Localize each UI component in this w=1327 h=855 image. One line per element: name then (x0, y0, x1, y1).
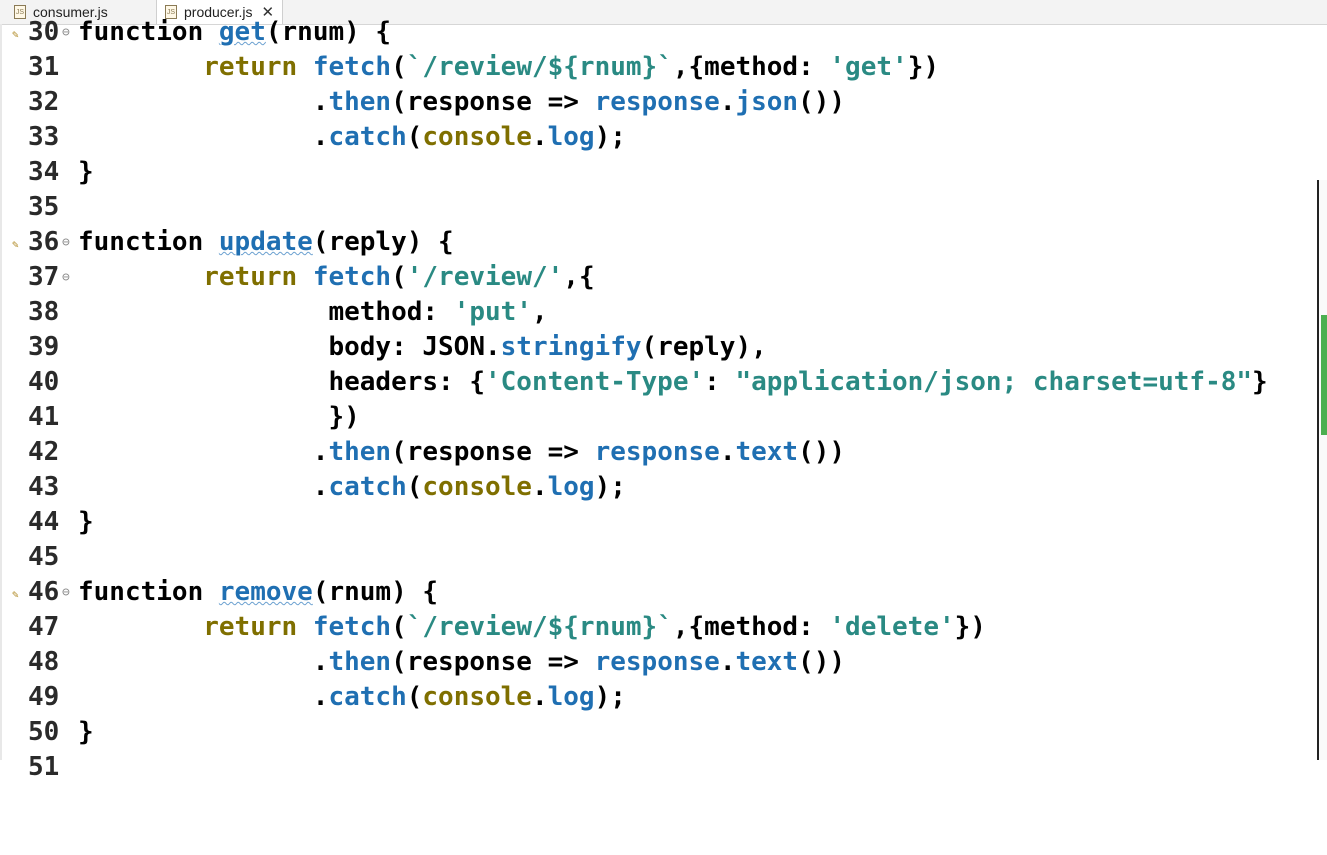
code-line: 45 (28, 542, 60, 572)
fold-collapse-icon[interactable]: ⊖ (62, 260, 70, 295)
code-line: ✎ 36 ⊖ function update(reply) { (0, 225, 454, 260)
code-line: 47 return fetch(`/review/${rnum}`,{metho… (28, 612, 986, 642)
code-line: 49 .catch(console.log); (28, 682, 626, 712)
code-line: 35 (28, 192, 60, 222)
code-line: 39 body: JSON.stringify(reply), (28, 332, 767, 362)
code-line: 42 .then(response => response.text()) (28, 437, 846, 467)
code-line: 32 .then(response => response.json()) (28, 87, 846, 117)
code-line: 37 ⊖ return fetch('/review/',{ (0, 260, 595, 295)
code-line: 48 .then(response => response.text()) (28, 647, 846, 677)
fold-collapse-icon[interactable]: ⊖ (62, 225, 70, 260)
code-line: 33 .catch(console.log); (28, 122, 626, 152)
code-line: ✎ 46 ⊖ function remove(rnum) { (0, 575, 438, 610)
annotation-icon: ✎ (12, 238, 19, 251)
code-line: 31 return fetch(`/review/${rnum}`,{metho… (28, 52, 939, 82)
overview-ruler[interactable] (1317, 180, 1327, 760)
fold-collapse-icon[interactable]: ⊖ (62, 15, 70, 50)
code-line: 38 method: 'put', (28, 297, 548, 327)
code-line: ✎ 30 ⊖ function get(rnum) { (0, 15, 391, 50)
code-line: 34 } (28, 157, 94, 187)
code-line: 43 .catch(console.log); (28, 472, 626, 502)
annotation-icon: ✎ (12, 28, 19, 41)
code-line: 40 headers: {'Content-Type': "applicatio… (28, 367, 1268, 397)
code-editor[interactable]: ✎ 30 ⊖ function get(rnum) { 31 return fetc… (0, 15, 1327, 782)
code-line: 50 } (28, 717, 94, 747)
code-line: 41 }) (28, 402, 360, 432)
code-line: 51 (28, 752, 60, 782)
fold-collapse-icon[interactable]: ⊖ (62, 575, 70, 610)
change-marker (1321, 315, 1327, 435)
annotation-icon: ✎ (12, 588, 19, 601)
code-line: 44 } (28, 507, 94, 537)
